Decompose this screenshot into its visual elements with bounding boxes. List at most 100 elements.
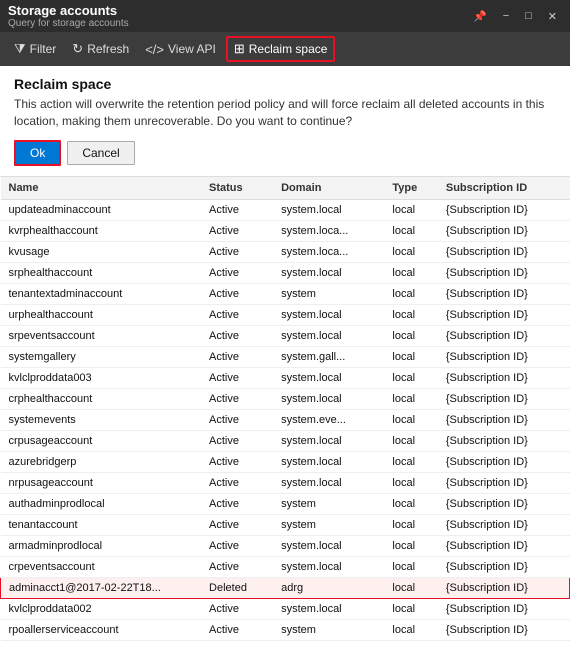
table-row[interactable]: tenantaccount Active system local {Subsc… [1,514,570,535]
table-header-row: Name Status Domain Type Subscription ID [1,177,570,200]
minimize-button[interactable]: − [498,9,514,23]
table-row[interactable]: srphealthaccount Active system.local loc… [1,262,570,283]
table-row[interactable]: kvlclproddata002 Active system.local loc… [1,598,570,619]
cell-domain: system.eve... [273,409,384,430]
table-row[interactable]: kvusage Active system.loca... local {Sub… [1,241,570,262]
cell-type: local [384,220,437,241]
cell-type: local [384,262,437,283]
cell-domain: system.loca... [273,241,384,262]
table-row[interactable]: rpoallerserviceaccount Active system loc… [1,619,570,640]
cell-domain: system.local [273,556,384,577]
cell-domain: system [273,619,384,640]
cell-subscription: {Subscription ID} [438,598,570,619]
table-row[interactable]: updateadminaccount Active system.local l… [1,199,570,220]
cell-status: Active [201,262,273,283]
accounts-table-container[interactable]: Name Status Domain Type Subscription ID … [0,177,570,661]
table-row[interactable]: srpeventsaccount Active system.local loc… [1,325,570,346]
table-row[interactable]: crphealthaccount Active system.local loc… [1,388,570,409]
reclaim-actions: Ok Cancel [14,140,556,166]
cell-status: Active [201,388,273,409]
cell-domain: adrg [273,577,384,598]
cell-status: Active [201,220,273,241]
cell-type: local [384,472,437,493]
filter-button[interactable]: ⧩ Filter [8,38,62,60]
table-row[interactable]: nrpusageaccount Active system.local loca… [1,472,570,493]
cell-status: Active [201,199,273,220]
cell-name: nrpusageaccount [1,472,202,493]
table-row[interactable]: adminacct1@2017-02-22T18... Deleted adrg… [1,577,570,598]
ok-button[interactable]: Ok [14,140,61,166]
cell-type: local [384,535,437,556]
col-header-type: Type [384,177,437,200]
cell-type: local [384,283,437,304]
table-row[interactable]: kvrphealthaccount Active system.loca... … [1,220,570,241]
cell-subscription: {Subscription ID} [438,346,570,367]
col-header-status: Status [201,177,273,200]
maximize-button[interactable]: □ [520,9,537,23]
cell-name: crpusageaccount [1,430,202,451]
cell-name: azurebridgerp [1,451,202,472]
cancel-button[interactable]: Cancel [67,141,134,165]
filter-icon: ⧩ [14,41,26,57]
table-row[interactable]: azurebridgerp Active system.local local … [1,451,570,472]
refresh-icon: ↻ [72,41,83,57]
viewapi-label: View API [168,42,216,56]
cell-name: armadminprodlocal [1,535,202,556]
viewapi-button[interactable]: </> View API [139,39,222,60]
cell-name: kvlclproddata002 [1,598,202,619]
cell-name: tenantextadminaccount [1,283,202,304]
cell-name: adminacct1@2017-02-22T18... [1,577,202,598]
table-row[interactable]: systemevents Active system.eve... local … [1,409,570,430]
table-row[interactable]: crpeventsaccount Active system.local loc… [1,556,570,577]
cell-type: local [384,451,437,472]
cell-type: local [384,346,437,367]
table-row[interactable]: tenantextadminaccount Active system loca… [1,283,570,304]
app-title: Storage accounts [8,3,129,18]
table-row[interactable]: crpusageaccount Active system.local loca… [1,430,570,451]
reclaim-icon: ⊞ [234,41,245,57]
cell-status: Active [201,409,273,430]
table-row[interactable]: urphealthaccount Active system.local loc… [1,304,570,325]
viewapi-icon: </> [145,42,164,57]
table-row[interactable]: armadminprodlocal Active system.local lo… [1,535,570,556]
cell-subscription: {Subscription ID} [438,199,570,220]
cell-subscription: {Subscription ID} [438,304,570,325]
cell-domain: system.local [273,199,384,220]
cell-name: crphealthaccount [1,388,202,409]
cell-type: local [384,367,437,388]
cell-status: Active [201,535,273,556]
cell-subscription: {Subscription ID} [438,493,570,514]
cell-name: tenantaccount [1,514,202,535]
pin-button[interactable]: 📌 [468,9,492,24]
refresh-button[interactable]: ↻ Refresh [66,38,135,60]
reclaim-button[interactable]: ⊞ Reclaim space [226,36,336,62]
title-bar: Storage accounts Query for storage accou… [0,0,570,32]
cell-domain: system.local [273,367,384,388]
cell-domain: system.local [273,451,384,472]
cell-name: srphealthaccount [1,262,202,283]
cell-status: Active [201,514,273,535]
app-subtitle: Query for storage accounts [8,18,129,29]
cell-domain: system.local [273,598,384,619]
cell-subscription: {Subscription ID} [438,367,570,388]
close-button[interactable]: ✕ [543,9,562,24]
filter-label: Filter [30,42,57,56]
cell-subscription: {Subscription ID} [438,388,570,409]
cell-status: Active [201,346,273,367]
reclaim-banner: Reclaim space This action will overwrite… [0,66,570,177]
col-header-sub: Subscription ID [438,177,570,200]
cell-domain: system.local [273,430,384,451]
table-row[interactable]: authadminprodlocal Active system local {… [1,493,570,514]
table-row[interactable]: kvlclproddata003 Active system.local loc… [1,367,570,388]
cell-subscription: {Subscription ID} [438,241,570,262]
cell-subscription: {Subscription ID} [438,262,570,283]
refresh-label: Refresh [87,42,129,56]
table-row[interactable]: systemgallery Active system.gall... loca… [1,346,570,367]
reclaim-label: Reclaim space [249,42,328,56]
cell-subscription: {Subscription ID} [438,283,570,304]
cell-type: local [384,598,437,619]
cell-subscription: {Subscription ID} [438,556,570,577]
cell-domain: system.local [273,535,384,556]
cell-name: updateadminaccount [1,199,202,220]
cell-name: urphealthaccount [1,304,202,325]
